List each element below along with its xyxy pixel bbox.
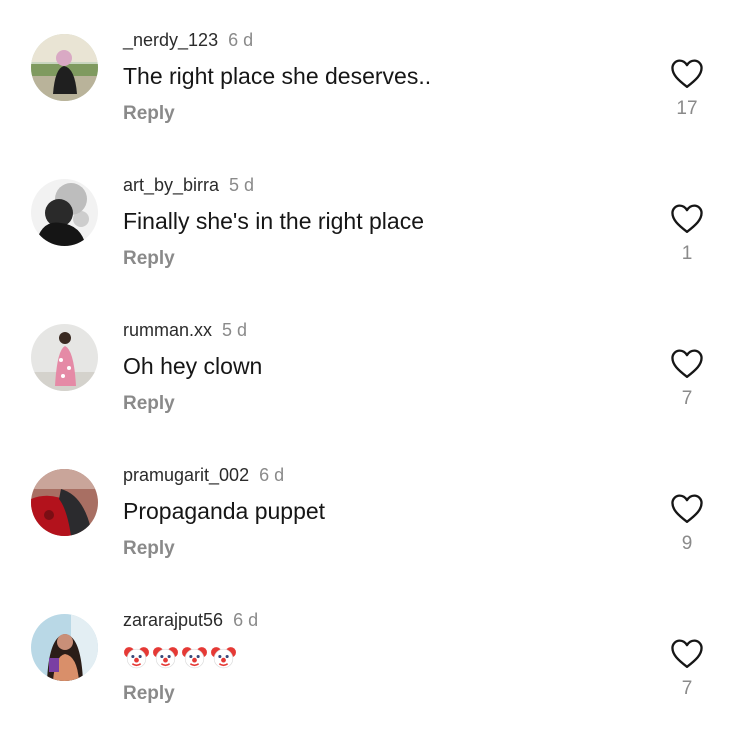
- reply-button[interactable]: Reply: [123, 683, 175, 705]
- comment-item: rumman.xx 5 d Oh hey clown Reply 7: [0, 312, 740, 457]
- like-button[interactable]: [669, 637, 705, 669]
- timestamp: 6 d: [228, 30, 254, 50]
- like-button[interactable]: [669, 202, 705, 234]
- comment-list: _nerdy_123 6 d The right place she deserv…: [0, 0, 740, 735]
- comment-meta: rumman.xx 5 d: [123, 320, 247, 341]
- reply-button[interactable]: Reply: [123, 103, 175, 125]
- comment-text: The right place she deserves..: [123, 63, 432, 89]
- avatar[interactable]: [31, 469, 98, 536]
- like-button[interactable]: [669, 347, 705, 379]
- clown-face-emoji: [153, 647, 178, 669]
- comment-text: Finally she's in the right place: [123, 208, 424, 234]
- clown-face-emoji: [211, 647, 236, 669]
- comment-item: pramugarit_002 6 d Propaganda puppet Repl…: [0, 457, 740, 602]
- comment-item: art_by_birra 5 d Finally she's in the rig…: [0, 167, 740, 312]
- reply-button[interactable]: Reply: [123, 538, 175, 560]
- comment-meta: art_by_birra 5 d: [123, 175, 254, 196]
- username[interactable]: zararajput56: [123, 610, 223, 630]
- avatar[interactable]: [31, 324, 98, 391]
- heart-outline-icon: [671, 349, 703, 378]
- heart-outline-icon: [671, 494, 703, 523]
- like-count: 9: [681, 533, 693, 554]
- timestamp: 5 d: [229, 175, 255, 195]
- heart-outline-icon: [671, 59, 703, 88]
- timestamp: 6 d: [233, 610, 259, 630]
- like-count: 17: [676, 98, 698, 119]
- comment-meta: _nerdy_123 6 d: [123, 30, 253, 51]
- heart-outline-icon: [671, 204, 703, 233]
- comment-text: Propaganda puppet: [123, 498, 326, 524]
- username[interactable]: _nerdy_123: [123, 30, 218, 50]
- username[interactable]: art_by_birra: [123, 175, 219, 195]
- timestamp: 6 d: [259, 465, 285, 485]
- clown-face-emoji: [182, 647, 207, 669]
- clown-face-emoji: [124, 647, 149, 669]
- avatar[interactable]: [31, 614, 98, 681]
- like-count: 1: [681, 243, 693, 264]
- comment-meta: zararajput56 6 d: [123, 610, 258, 631]
- avatar[interactable]: [31, 34, 98, 101]
- like-button[interactable]: [669, 57, 705, 89]
- timestamp: 5 d: [222, 320, 248, 340]
- heart-outline-icon: [671, 639, 703, 668]
- reply-button[interactable]: Reply: [123, 248, 175, 270]
- like-count: 7: [681, 388, 693, 409]
- username[interactable]: pramugarit_002: [123, 465, 249, 485]
- comment-meta: pramugarit_002 6 d: [123, 465, 284, 486]
- emoji-row: [123, 643, 237, 670]
- username[interactable]: rumman.xx: [123, 320, 212, 340]
- comment-text: Oh hey clown: [123, 353, 263, 379]
- comment-item: _nerdy_123 6 d The right place she deserv…: [0, 22, 740, 167]
- comment-item: zararajput566 d 🤡🤡🤡🤡: [0, 602, 740, 747]
- avatar[interactable]: [31, 179, 98, 246]
- like-count: 7: [681, 678, 693, 699]
- like-button[interactable]: [669, 492, 705, 524]
- reply-button[interactable]: Reply: [123, 393, 175, 415]
